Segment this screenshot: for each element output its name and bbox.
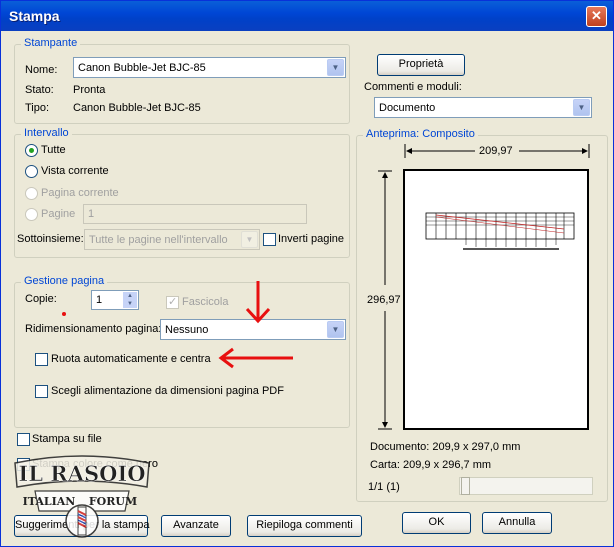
close-button[interactable]: ✕ — [586, 6, 607, 27]
watermark-line2: ITALIAN — [23, 495, 76, 508]
printer-status-label: Stato: — [25, 84, 54, 96]
print-to-file-label: Stampa su file — [32, 433, 102, 445]
printer-type-label: Tipo: — [25, 102, 50, 114]
comments-value: Documento — [379, 102, 436, 114]
auto-rotate-checkbox[interactable] — [35, 353, 48, 366]
choose-paper-label: Scegli alimentazione da dimensioni pagin… — [51, 385, 284, 397]
printer-status-value: Pronta — [73, 84, 106, 96]
page-handling-group-label: Gestione pagina — [21, 275, 108, 287]
range-current-page-label: Pagina corrente — [41, 187, 119, 199]
stepper-down-icon[interactable]: ▼ — [123, 300, 137, 308]
document-size: Documento: 209,9 x 297,0 mm — [370, 441, 521, 453]
copies-stepper[interactable]: 1 ▲ ▼ — [91, 290, 139, 310]
copies-label: Copie: — [25, 293, 57, 305]
preview-height-value: 296,97 — [367, 294, 401, 306]
chevron-down-icon: ▼ — [573, 99, 590, 116]
chevron-down-icon: ▼ — [327, 59, 344, 76]
slider-thumb[interactable] — [461, 477, 470, 495]
subset-select[interactable]: Tutte le pagine nell'intervallo ▼ — [84, 229, 260, 250]
printer-type-value: Canon Bubble-Jet BJC-85 — [73, 102, 201, 114]
comments-select[interactable]: Documento ▼ — [374, 97, 592, 118]
page-counter: 1/1 (1) — [368, 481, 400, 493]
range-all-label: Tutte — [41, 144, 66, 156]
chevron-down-icon: ▼ — [241, 231, 258, 248]
range-current-page-radio[interactable] — [25, 187, 38, 200]
watermark-line1: IL RASOIO — [18, 461, 145, 486]
printer-group-label: Stampante — [21, 37, 81, 49]
ok-button[interactable]: OK — [402, 512, 471, 534]
range-current-view-label: Vista corrente — [41, 165, 109, 177]
red-dot-annotation — [62, 312, 66, 316]
auto-rotate-label: Ruota automaticamente e centra — [51, 353, 211, 365]
preview-width-value: 209,97 — [479, 145, 513, 157]
forum-watermark-logo: IL RASOIO ITALIAN FORUM — [7, 449, 157, 541]
scaling-value: Nessuno — [165, 324, 209, 336]
properties-button[interactable]: Proprietà — [377, 54, 465, 76]
preview-group-label: Anteprima: Composito — [363, 128, 478, 140]
window-title: Stampa — [9, 8, 60, 24]
comments-label: Commenti e moduli: — [364, 81, 462, 93]
copies-value: 1 — [96, 294, 103, 306]
red-arrow-left-annotation — [218, 347, 293, 369]
printer-name-label: Nome: — [25, 64, 58, 76]
paper-size: Carta: 209,9 x 296,7 mm — [370, 459, 492, 471]
collate-label: Fascicola — [182, 296, 229, 308]
collate-checkbox[interactable] — [166, 295, 179, 309]
range-all-radio[interactable] — [25, 144, 38, 157]
range-pages-label: Pagine — [41, 208, 76, 220]
title-bar: Stampa ✕ — [1, 1, 613, 31]
summarize-comments-button[interactable]: Riepiloga commenti — [247, 515, 362, 537]
advanced-button[interactable]: Avanzate — [161, 515, 231, 537]
subset-value: Tutte le pagine nell'intervallo — [89, 234, 228, 246]
choose-paper-checkbox[interactable] — [35, 385, 48, 398]
preview-page-slider[interactable] — [459, 477, 593, 495]
reverse-pages-label: Inverti pagine — [278, 233, 345, 245]
print-to-file-checkbox[interactable] — [17, 433, 30, 446]
pages-input-value: 1 — [88, 208, 95, 220]
cancel-button[interactable]: Annulla — [482, 512, 552, 534]
range-current-view-radio[interactable] — [25, 165, 38, 178]
printer-name-select[interactable]: Canon Bubble-Jet BJC-85 ▼ — [73, 57, 346, 78]
watermark-logo-icon: IL RASOIO ITALIAN FORUM — [14, 455, 150, 538]
printer-name-value: Canon Bubble-Jet BJC-85 — [78, 62, 206, 74]
stepper-up-icon[interactable]: ▲ — [123, 292, 137, 300]
subset-label: Sottoinsieme: — [17, 233, 84, 245]
reverse-pages-checkbox[interactable] — [263, 233, 276, 246]
chevron-down-icon: ▼ — [327, 321, 344, 338]
range-pages-radio[interactable] — [25, 208, 38, 221]
close-icon: ✕ — [591, 8, 602, 23]
range-group-label: Intervallo — [21, 127, 72, 139]
scaling-label: Ridimensionamento pagina: — [25, 323, 162, 335]
pages-input[interactable]: 1 — [83, 204, 307, 224]
print-dialog: Stampa ✕ Stampante Nome: Canon Bubble-Je… — [0, 0, 614, 547]
watermark-line3: FORUM — [89, 495, 137, 508]
red-arrow-down-annotation — [245, 281, 271, 324]
preview-page — [403, 169, 589, 430]
preview-page-content — [425, 212, 575, 250]
